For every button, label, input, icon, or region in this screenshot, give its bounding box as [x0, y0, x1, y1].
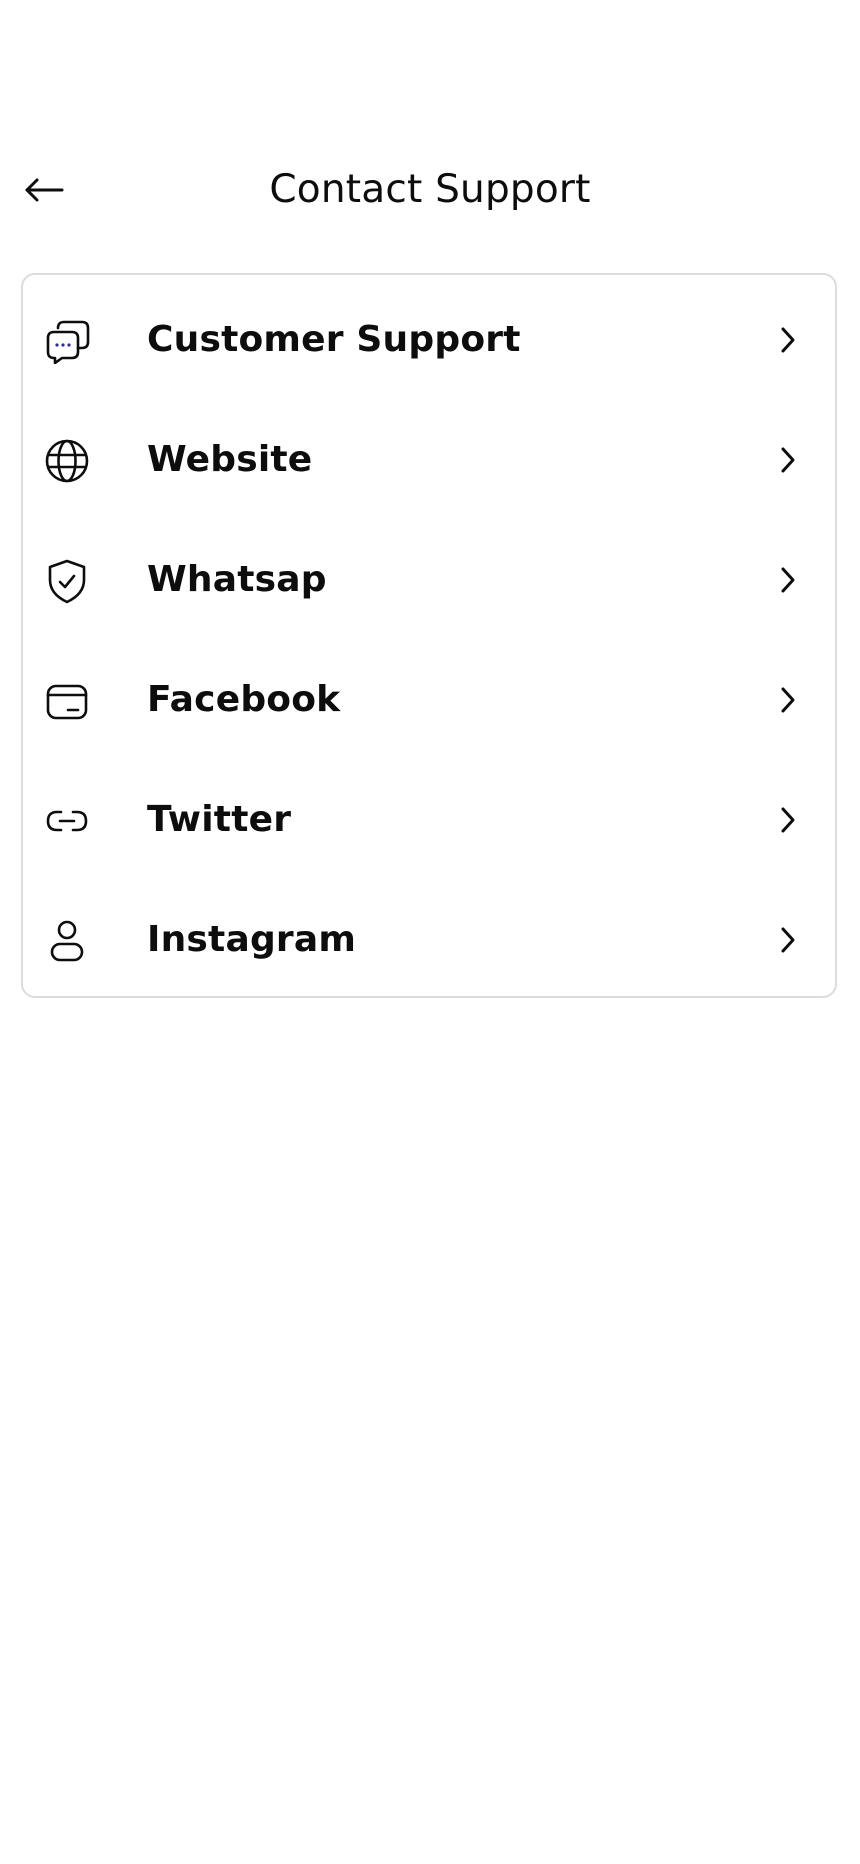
user-icon	[43, 917, 91, 965]
contact-item-whatsap[interactable]: Whatsap	[23, 519, 835, 639]
chat-bubbles-icon	[43, 317, 91, 365]
contact-item-label: Website	[147, 439, 313, 480]
contact-item-label: Customer Support	[147, 319, 521, 360]
chevron-right-icon	[775, 925, 801, 955]
contact-item-label: Facebook	[147, 679, 341, 720]
chevron-right-icon	[775, 565, 801, 595]
contact-item-instagram[interactable]: Instagram	[23, 879, 835, 999]
contact-item-twitter[interactable]: Twitter	[23, 759, 835, 879]
contact-item-facebook[interactable]: Facebook	[23, 639, 835, 759]
card-icon	[43, 677, 91, 725]
contact-options-card: Customer Support Website Whatsap Faceboo…	[21, 273, 837, 998]
contact-item-customer-support[interactable]: Customer Support	[23, 279, 835, 399]
contact-item-label: Instagram	[147, 919, 357, 960]
contact-item-website[interactable]: Website	[23, 399, 835, 519]
page-title: Contact Support	[269, 167, 591, 212]
chevron-right-icon	[775, 445, 801, 475]
contact-item-label: Twitter	[147, 799, 292, 840]
globe-icon	[43, 437, 91, 485]
shield-check-icon	[43, 557, 91, 605]
chevron-right-icon	[775, 685, 801, 715]
contact-item-label: Whatsap	[147, 559, 327, 600]
chevron-right-icon	[775, 325, 801, 355]
app-header: Contact Support	[0, 150, 860, 230]
chevron-right-icon	[775, 805, 801, 835]
link-icon	[43, 797, 91, 845]
